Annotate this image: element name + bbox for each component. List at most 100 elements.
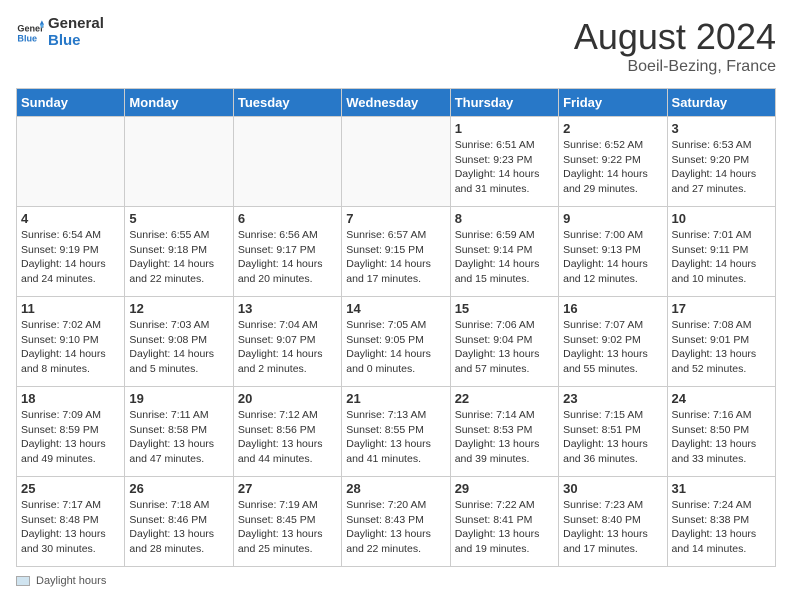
day-info: Sunrise: 7:15 AM Sunset: 8:51 PM Dayligh… [563, 408, 662, 467]
day-info: Sunrise: 7:05 AM Sunset: 9:05 PM Dayligh… [346, 318, 445, 377]
calendar-day-cell: 27 Sunrise: 7:19 AM Sunset: 8:45 PM Dayli… [233, 477, 341, 567]
day-info: Sunrise: 7:19 AM Sunset: 8:45 PM Dayligh… [238, 498, 337, 557]
calendar-day-cell: 9Sunrise: 7:00 AM Sunset: 9:13 PM Daylig… [559, 207, 667, 297]
calendar-day-cell: 31 Sunrise: 7:24 AM Sunset: 8:38 PM Dayli… [667, 477, 775, 567]
calendar-day-cell: 11Sunrise: 7:02 AM Sunset: 9:10 PM Dayli… [17, 297, 125, 387]
day-of-week-header: Thursday [450, 89, 558, 117]
day-number: 1 [455, 121, 554, 136]
day-info: Sunrise: 6:54 AM Sunset: 9:19 PM Dayligh… [21, 228, 120, 287]
calendar-day-cell: 1 Sunrise: 6:51 AM Sunset: 9:23 PM Daylig… [450, 117, 558, 207]
logo-icon: General Blue [16, 19, 44, 47]
calendar-day-cell: 3Sunrise: 6:53 AM Sunset: 9:20 PM Daylig… [667, 117, 775, 207]
calendar-day-cell: 24 Sunrise: 7:16 AM Sunset: 8:50 PM Dayli… [667, 387, 775, 477]
day-info: Sunrise: 7:13 AM Sunset: 8:55 PM Dayligh… [346, 408, 445, 467]
day-info: Sunrise: 6:59 AM Sunset: 9:14 PM Dayligh… [455, 228, 554, 287]
day-number: 23 [563, 391, 662, 406]
calendar-day-cell [17, 117, 125, 207]
day-number: 21 [346, 391, 445, 406]
calendar-day-cell: 6 Sunrise: 6:56 AM Sunset: 9:17 PM Daylig… [233, 207, 341, 297]
calendar-day-cell: 23 Sunrise: 7:15 AM Sunset: 8:51 PM Dayli… [559, 387, 667, 477]
calendar-day-cell: 17Sunrise: 7:08 AM Sunset: 9:01 PM Dayli… [667, 297, 775, 387]
day-number: 10 [672, 211, 771, 226]
day-info: Sunrise: 7:01 AM Sunset: 9:11 PM Dayligh… [672, 228, 771, 287]
calendar-day-cell: 30 Sunrise: 7:23 AM Sunset: 8:40 PM Dayli… [559, 477, 667, 567]
calendar-day-cell: 29Sunrise: 7:22 AM Sunset: 8:41 PM Dayli… [450, 477, 558, 567]
day-of-week-header: Wednesday [342, 89, 450, 117]
day-info: Sunrise: 7:24 AM Sunset: 8:38 PM Dayligh… [672, 498, 771, 557]
day-info: Sunrise: 6:56 AM Sunset: 9:17 PM Dayligh… [238, 228, 337, 287]
day-info: Sunrise: 7:03 AM Sunset: 9:08 PM Dayligh… [129, 318, 228, 377]
day-of-week-header: Friday [559, 89, 667, 117]
day-info: Sunrise: 7:17 AM Sunset: 8:48 PM Dayligh… [21, 498, 120, 557]
calendar-day-cell: 7Sunrise: 6:57 AM Sunset: 9:15 PM Daylig… [342, 207, 450, 297]
calendar-week-row: 4Sunrise: 6:54 AM Sunset: 9:19 PM Daylig… [17, 207, 776, 297]
header: General Blue General Blue August 2024 Bo… [16, 16, 776, 76]
day-number: 30 [563, 481, 662, 496]
day-info: Sunrise: 7:02 AM Sunset: 9:10 PM Dayligh… [21, 318, 120, 377]
day-info: Sunrise: 6:52 AM Sunset: 9:22 PM Dayligh… [563, 138, 662, 197]
calendar-day-cell: 14 Sunrise: 7:05 AM Sunset: 9:05 PM Dayli… [342, 297, 450, 387]
day-number: 19 [129, 391, 228, 406]
calendar-day-cell: 25 Sunrise: 7:17 AM Sunset: 8:48 PM Dayli… [17, 477, 125, 567]
footer-legend: Daylight hours [16, 575, 776, 587]
calendar-day-cell: 16 Sunrise: 7:07 AM Sunset: 9:02 PM Dayli… [559, 297, 667, 387]
day-of-week-header: Sunday [17, 89, 125, 117]
calendar-day-cell: 22Sunrise: 7:14 AM Sunset: 8:53 PM Dayli… [450, 387, 558, 477]
day-number: 20 [238, 391, 337, 406]
calendar-day-cell: 26 Sunrise: 7:18 AM Sunset: 8:46 PM Dayli… [125, 477, 233, 567]
calendar-day-cell: 10 Sunrise: 7:01 AM Sunset: 9:11 PM Dayli… [667, 207, 775, 297]
day-number: 12 [129, 301, 228, 316]
calendar-day-cell: 4Sunrise: 6:54 AM Sunset: 9:19 PM Daylig… [17, 207, 125, 297]
day-of-week-header: Saturday [667, 89, 775, 117]
day-info: Sunrise: 6:51 AM Sunset: 9:23 PM Dayligh… [455, 138, 554, 197]
day-info: Sunrise: 7:23 AM Sunset: 8:40 PM Dayligh… [563, 498, 662, 557]
calendar-day-cell: 12 Sunrise: 7:03 AM Sunset: 9:08 PM Dayli… [125, 297, 233, 387]
day-info: Sunrise: 7:11 AM Sunset: 8:58 PM Dayligh… [129, 408, 228, 467]
day-info: Sunrise: 7:18 AM Sunset: 8:46 PM Dayligh… [129, 498, 228, 557]
calendar-day-cell: 28 Sunrise: 7:20 AM Sunset: 8:43 PM Dayli… [342, 477, 450, 567]
calendar-day-cell: 20 Sunrise: 7:12 AM Sunset: 8:56 PM Dayli… [233, 387, 341, 477]
logo-blue-text: Blue [48, 33, 104, 50]
day-info: Sunrise: 6:57 AM Sunset: 9:15 PM Dayligh… [346, 228, 445, 287]
legend-color-box [16, 576, 30, 586]
day-number: 14 [346, 301, 445, 316]
day-number: 25 [21, 481, 120, 496]
day-number: 27 [238, 481, 337, 496]
day-number: 2 [563, 121, 662, 136]
day-number: 24 [672, 391, 771, 406]
day-number: 31 [672, 481, 771, 496]
calendar-day-cell: 18Sunrise: 7:09 AM Sunset: 8:59 PM Dayli… [17, 387, 125, 477]
day-info: Sunrise: 7:09 AM Sunset: 8:59 PM Dayligh… [21, 408, 120, 467]
day-number: 28 [346, 481, 445, 496]
logo: General Blue General Blue [16, 16, 104, 49]
title-area: August 2024 Boeil-Bezing, France [574, 16, 776, 76]
location-title: Boeil-Bezing, France [574, 58, 776, 76]
day-info: Sunrise: 7:12 AM Sunset: 8:56 PM Dayligh… [238, 408, 337, 467]
day-info: Sunrise: 7:07 AM Sunset: 9:02 PM Dayligh… [563, 318, 662, 377]
svg-text:Blue: Blue [17, 33, 37, 43]
calendar-day-cell: 8Sunrise: 6:59 AM Sunset: 9:14 PM Daylig… [450, 207, 558, 297]
calendar-day-cell [233, 117, 341, 207]
svg-text:General: General [17, 23, 44, 33]
day-info: Sunrise: 7:06 AM Sunset: 9:04 PM Dayligh… [455, 318, 554, 377]
day-number: 15 [455, 301, 554, 316]
day-number: 6 [238, 211, 337, 226]
day-info: Sunrise: 7:22 AM Sunset: 8:41 PM Dayligh… [455, 498, 554, 557]
day-number: 17 [672, 301, 771, 316]
calendar-week-row: 18Sunrise: 7:09 AM Sunset: 8:59 PM Dayli… [17, 387, 776, 477]
day-number: 16 [563, 301, 662, 316]
day-info: Sunrise: 7:04 AM Sunset: 9:07 PM Dayligh… [238, 318, 337, 377]
calendar-day-cell: 2 Sunrise: 6:52 AM Sunset: 9:22 PM Daylig… [559, 117, 667, 207]
day-number: 3 [672, 121, 771, 136]
day-info: Sunrise: 7:14 AM Sunset: 8:53 PM Dayligh… [455, 408, 554, 467]
day-info: Sunrise: 6:55 AM Sunset: 9:18 PM Dayligh… [129, 228, 228, 287]
day-number: 26 [129, 481, 228, 496]
month-year-title: August 2024 [574, 16, 776, 58]
day-info: Sunrise: 7:16 AM Sunset: 8:50 PM Dayligh… [672, 408, 771, 467]
day-info: Sunrise: 7:20 AM Sunset: 8:43 PM Dayligh… [346, 498, 445, 557]
day-of-week-header: Monday [125, 89, 233, 117]
logo-general-text: General [48, 16, 104, 33]
legend-label: Daylight hours [36, 575, 106, 587]
day-of-week-header: Tuesday [233, 89, 341, 117]
calendar-day-cell: 5Sunrise: 6:55 AM Sunset: 9:18 PM Daylig… [125, 207, 233, 297]
